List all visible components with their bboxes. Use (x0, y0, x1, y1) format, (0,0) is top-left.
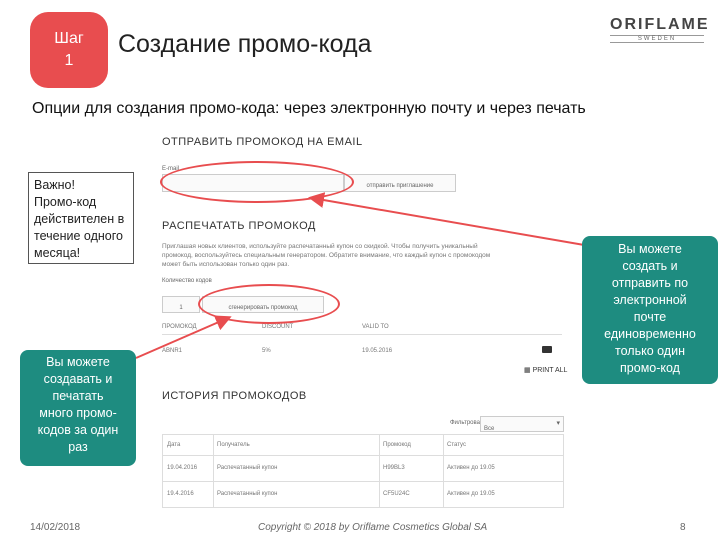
important-note: Важно! Промо-код действителен в течение … (28, 172, 134, 264)
right-callout: Вы можете создать и отправить по электро… (582, 236, 718, 384)
arrow-right-to-email (308, 192, 591, 247)
footer-page-number: 8 (680, 522, 686, 533)
left-callout: Вы можете создавать и печатать много про… (20, 350, 136, 466)
footer-date: 14/02/2018 (30, 522, 81, 533)
arrow-left-to-generate (135, 315, 232, 359)
footer-copyright: Copyright © 2018 by Oriflame Cosmetics G… (258, 522, 488, 533)
